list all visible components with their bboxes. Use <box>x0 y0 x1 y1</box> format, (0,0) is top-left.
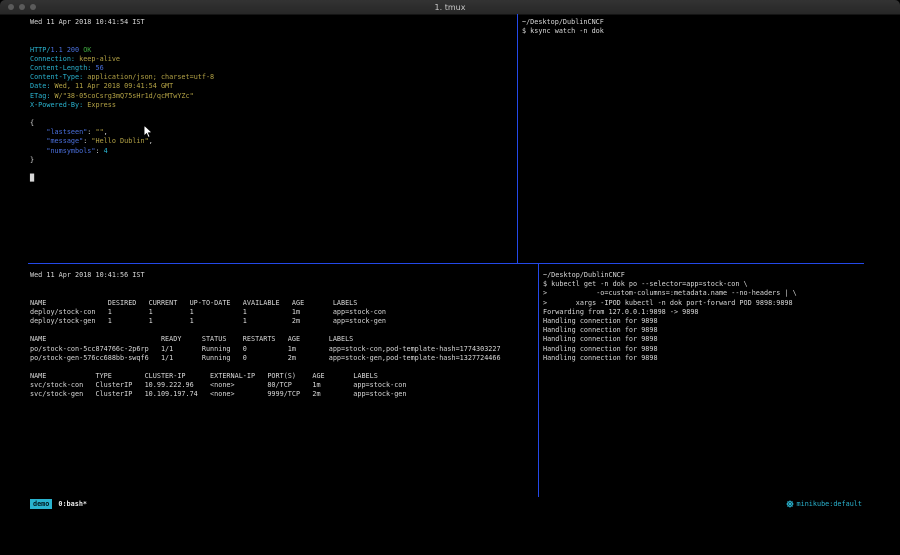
terminal-line <box>30 280 538 289</box>
terminal-line: Handling connection for 9898 <box>543 317 900 326</box>
terminal-line: Connection: keep-alive <box>30 55 513 64</box>
terminal-line: "numsymbols": 4 <box>30 147 513 156</box>
terminal-line: Handling connection for 9898 <box>543 354 900 363</box>
terminal-line: ETag: W/"38-05coCsrg3mQ75sHr1d/qcMTwYZc" <box>30 92 513 101</box>
terminal-line: Content-Length: 56 <box>30 64 513 73</box>
tmux-status-bar: demo 0:bash* minikube:default <box>0 497 900 510</box>
terminal-window: 1. tmux Wed 11 Apr 2018 10:41:54 IST HTT… <box>0 0 900 555</box>
terminal-line <box>30 36 513 45</box>
terminal-line: █ <box>30 174 513 183</box>
window-item-bash[interactable]: 0:bash* <box>58 500 87 508</box>
status-left: demo 0:bash* <box>30 499 87 509</box>
terminal-line: ~/Desktop/DublinCNCF <box>522 18 900 27</box>
terminal-line <box>30 165 513 174</box>
pane-http-response[interactable]: Wed 11 Apr 2018 10:41:54 IST HTTP/1.1 20… <box>0 14 517 263</box>
terminal-line: Handling connection for 9898 <box>543 345 900 354</box>
mouse-cursor <box>143 124 153 139</box>
terminal-line: } <box>30 156 513 165</box>
terminal-line: Handling connection for 9898 <box>543 326 900 335</box>
close-button[interactable] <box>8 4 14 10</box>
terminal-line: $ ksync watch -n dok <box>522 27 900 36</box>
terminal-line: $ kubectl get -n dok po --selector=app=s… <box>543 280 900 289</box>
pane-port-forward[interactable]: ~/Desktop/DublinCNCF$ kubectl get -n dok… <box>539 264 900 497</box>
terminal-line: NAME READY STATUS RESTARTS AGE LABELS <box>30 335 538 344</box>
terminal-line: > -o=custom-columns=:metadata.name --no-… <box>543 289 900 298</box>
terminal-line <box>30 289 538 298</box>
window-titlebar[interactable]: 1. tmux <box>0 0 900 15</box>
pane-divider-vertical-top <box>517 14 518 263</box>
pane-ksync-watch[interactable]: ~/Desktop/DublinCNCF$ ksync watch -n dok <box>518 14 900 263</box>
terminal-line: svc/stock-con ClusterIP 10.99.222.96 <no… <box>30 381 538 390</box>
terminal-line: svc/stock-gen ClusterIP 10.109.197.74 <n… <box>30 390 538 399</box>
terminal-line: "message": "Hello Dublin", <box>30 137 513 146</box>
terminal-line: deploy/stock-con 1 1 1 1 1m app=stock-co… <box>30 308 538 317</box>
terminal-line: HTTP/1.1 200 OK <box>30 46 513 55</box>
terminal-line: po/stock-con-5cc874766c-2p6rp 1/1 Runnin… <box>30 345 538 354</box>
pane-divider-vertical-bottom <box>538 264 539 497</box>
terminal-line: ~/Desktop/DublinCNCF <box>543 271 900 280</box>
terminal-line: X-Powered-By: Express <box>30 101 513 110</box>
pane-divider-horizontal <box>28 263 864 264</box>
terminal-line: Handling connection for 9898 <box>543 335 900 344</box>
terminal-line <box>30 27 513 36</box>
terminal-line: Content-Type: application/json; charset=… <box>30 73 513 82</box>
session-name-badge: demo <box>30 499 52 509</box>
kube-context-indicator: minikube:default <box>786 500 862 508</box>
terminal-line: po/stock-gen-576cc688bb-swqf6 1/1 Runnin… <box>30 354 538 363</box>
terminal-line <box>30 363 538 372</box>
terminal-line: Date: Wed, 11 Apr 2018 09:41:54 GMT <box>30 82 513 91</box>
terminal-line: deploy/stock-gen 1 1 1 1 2m app=stock-ge… <box>30 317 538 326</box>
terminal-line: "lastseen": "", <box>30 128 513 137</box>
terminal-line: Wed 11 Apr 2018 10:41:56 IST <box>30 271 538 280</box>
terminal-line: NAME TYPE CLUSTER-IP EXTERNAL-IP PORT(S)… <box>30 372 538 381</box>
window-controls <box>8 0 36 14</box>
terminal-line <box>30 326 538 335</box>
terminal-line <box>30 110 513 119</box>
pane-kubectl-resources[interactable]: Wed 11 Apr 2018 10:41:56 IST NAME DESIRE… <box>0 264 538 497</box>
terminal-line: NAME DESIRED CURRENT UP-TO-DATE AVAILABL… <box>30 299 538 308</box>
zoom-button[interactable] <box>30 4 36 10</box>
kube-context-label: minikube:default <box>797 500 862 508</box>
terminal-line: Wed 11 Apr 2018 10:41:54 IST <box>30 18 513 27</box>
terminal-line: Forwarding from 127.0.0.1:9898 -> 9898 <box>543 308 900 317</box>
minimize-button[interactable] <box>19 4 25 10</box>
terminal-line: > xargs -IPOD kubectl -n dok port-forwar… <box>543 299 900 308</box>
window-title: 1. tmux <box>0 3 900 12</box>
terminal-line: { <box>30 119 513 128</box>
helm-wheel-icon <box>786 500 794 508</box>
